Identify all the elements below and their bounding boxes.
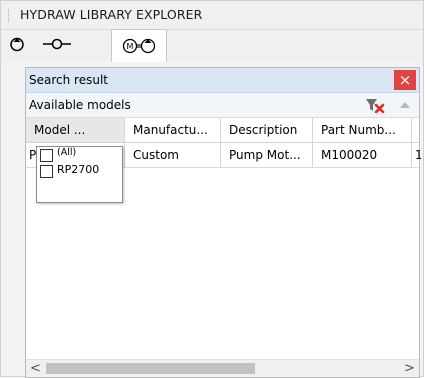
library-explorer-panel: HYDRAW LIBRARY EXPLORER M Search result … [0,0,424,378]
chevron-left-icon: < [30,361,41,376]
clear-filter-icon[interactable] [365,97,385,113]
model-filter-popup: (All) RP2700 [36,146,123,203]
filter-option-rp2700[interactable]: RP2700 [40,164,99,180]
available-models-label: Available models [29,98,131,112]
tab-strip: M [1,29,423,62]
column-header-row: Model ... Manufactu... Description Part … [26,118,419,143]
close-icon: × [398,70,412,89]
collapse-arrow-icon[interactable] [400,101,410,108]
scroll-left-button[interactable]: < [27,361,44,376]
search-result-frame: Search result × Available models Model .… [25,67,421,378]
filter-option-label: RP2700 [57,163,100,176]
filter-option-label: (All) [57,147,77,158]
column-header-description[interactable]: Description [221,118,313,142]
pump-motor-icon: M [122,38,156,54]
filter-checkbox-all[interactable] [40,149,53,162]
scroll-right-button[interactable]: > [401,361,418,376]
cell-manufacturer[interactable]: Custom [125,143,221,167]
close-search-button[interactable]: × [394,70,416,90]
search-result-label: Search result [29,73,108,87]
filter-checkbox-rp2700[interactable] [40,165,53,178]
cell-part-number[interactable]: M100020 [313,143,412,167]
cell-overflow[interactable]: 1 [412,143,421,167]
search-result-header: Search result × [26,68,419,93]
pump-symbol-icon [10,37,24,52]
line-connector-icon [43,38,71,50]
tab-line-connector[interactable] [35,30,79,58]
drag-grip-icon[interactable] [8,9,11,22]
panel-titlebar[interactable]: HYDRAW LIBRARY EXPLORER [1,1,423,30]
horizontal-scrollbar[interactable]: < > [26,359,419,377]
panel-title: HYDRAW LIBRARY EXPLORER [20,7,203,22]
svg-text:M: M [127,42,134,51]
cell-description[interactable]: Pump Mot... [221,143,313,167]
column-header-model[interactable]: Model ... [26,118,125,142]
chevron-right-icon: > [404,361,415,376]
filter-option-all[interactable]: (All) [40,148,76,164]
column-header-part-number[interactable]: Part Numb... [313,118,412,142]
tab-pump-motor[interactable]: M [111,29,167,62]
scrollbar-thumb[interactable] [46,363,255,374]
column-header-manufacturer[interactable]: Manufactu... [125,118,221,142]
available-models-header: Available models [26,93,419,118]
tab-pump-symbol[interactable] [1,30,33,58]
